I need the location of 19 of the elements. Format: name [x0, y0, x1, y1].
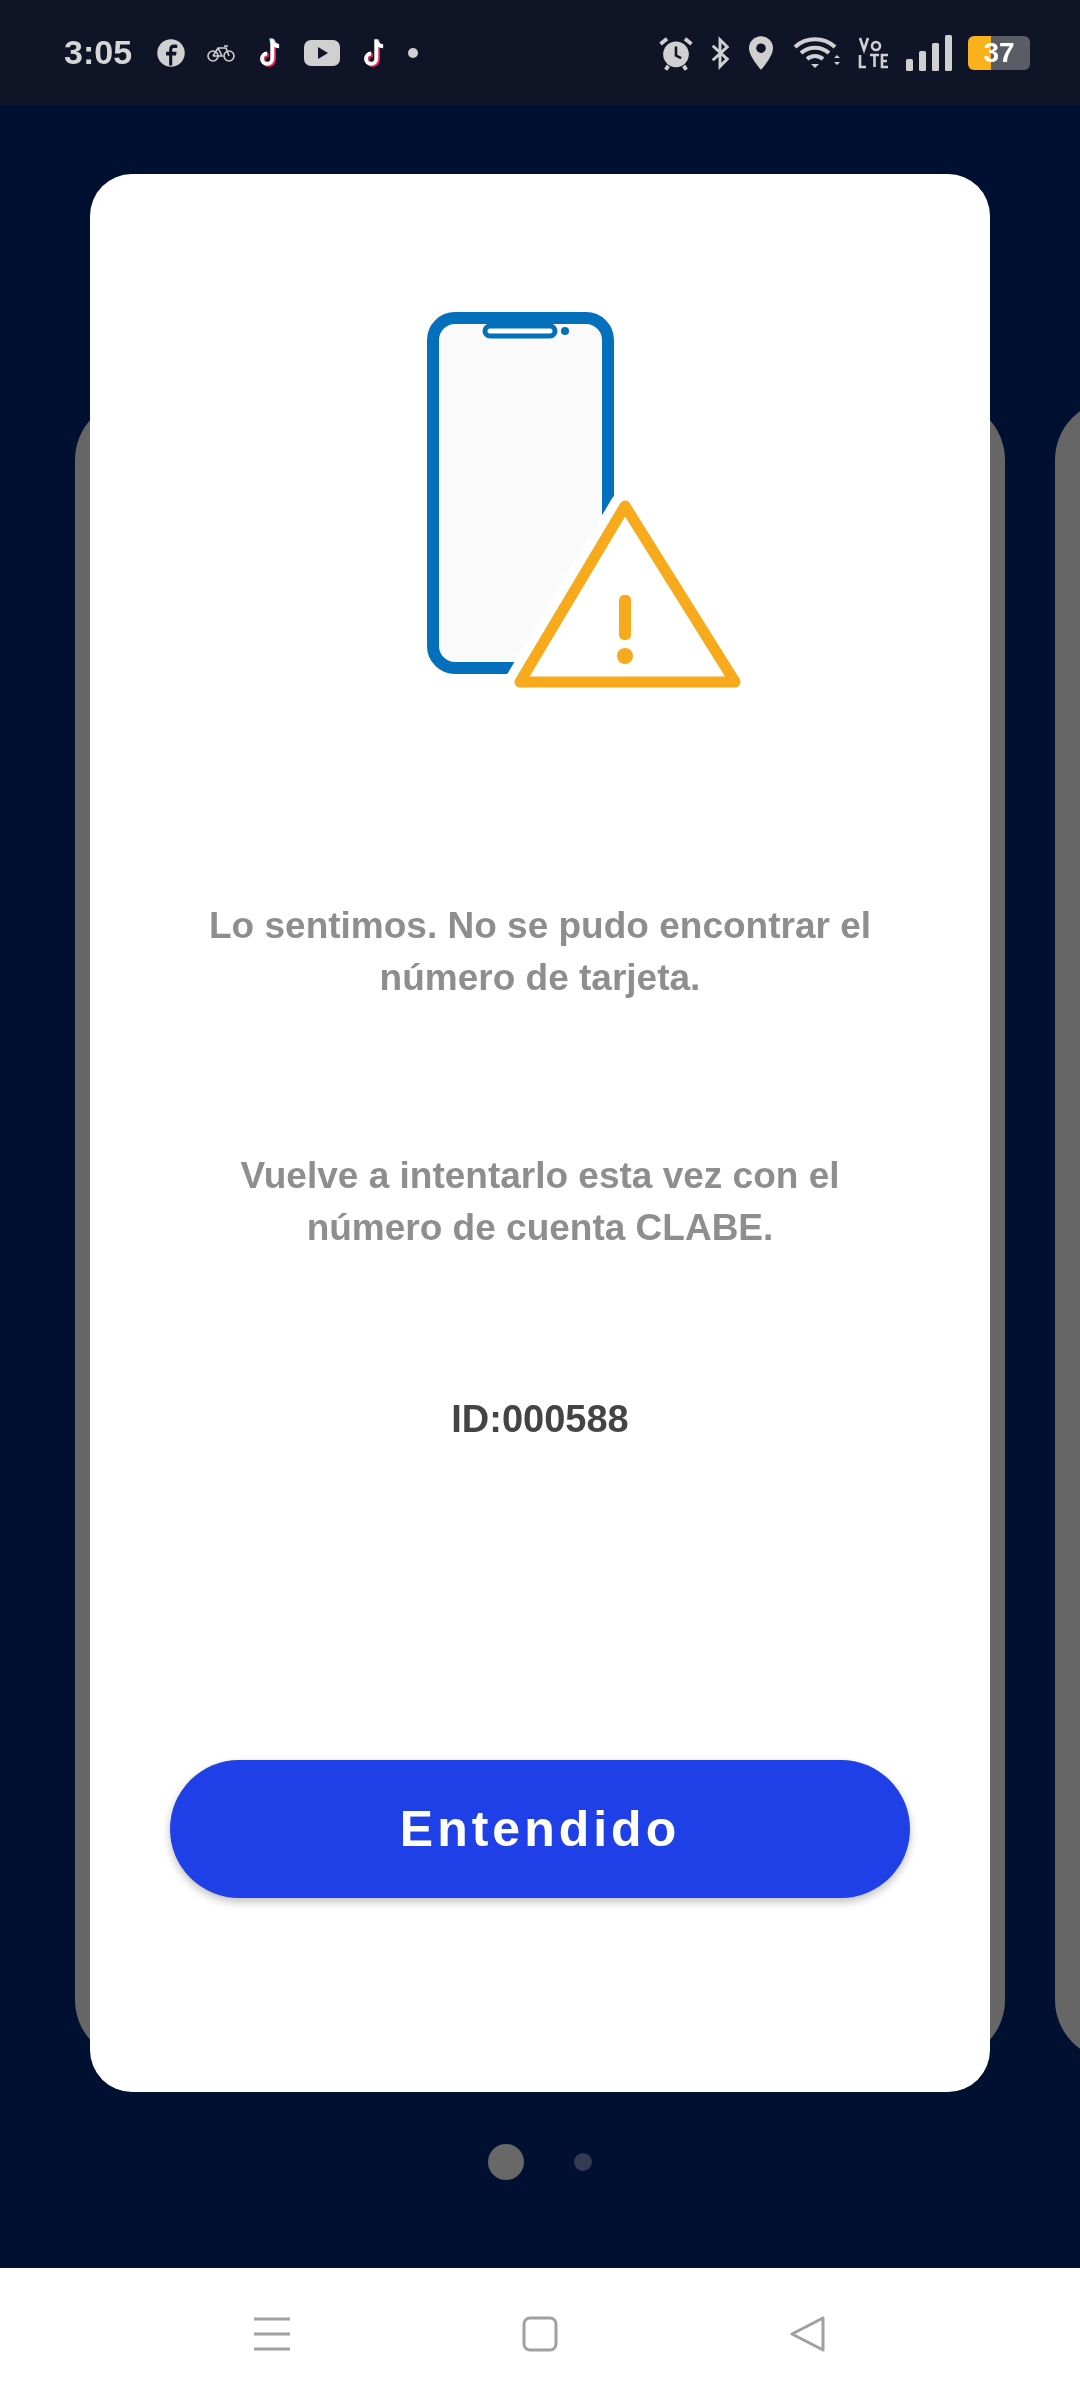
facebook-icon [156, 37, 187, 68]
bluetooth-icon [710, 35, 730, 70]
home-square-icon[interactable] [522, 2316, 558, 2352]
clock-time: 3:05 [64, 33, 133, 72]
error-message: Lo sentimos. No se pudo encontrar el número de tarjeta. [208, 904, 872, 1000]
bicycle-icon [206, 42, 237, 63]
error-id: ID:000588 [451, 1398, 629, 1441]
hint-message: Vuelve a intentarlo esta vez con el número de cuenta CLABE. [239, 1154, 841, 1250]
dot-icon [408, 47, 419, 58]
signal-bars-icon [906, 34, 952, 71]
video-play-icon [304, 39, 341, 66]
wifi-icon [792, 35, 842, 70]
menu-icon[interactable] [254, 2316, 290, 2352]
page-dot[interactable] [574, 2153, 592, 2171]
volte-icon [858, 35, 890, 70]
page-dot[interactable] [488, 2144, 524, 2180]
location-pin-icon [746, 34, 776, 71]
back-icon[interactable] [790, 2316, 826, 2352]
understood-button[interactable]: Entendido [170, 1760, 910, 1898]
